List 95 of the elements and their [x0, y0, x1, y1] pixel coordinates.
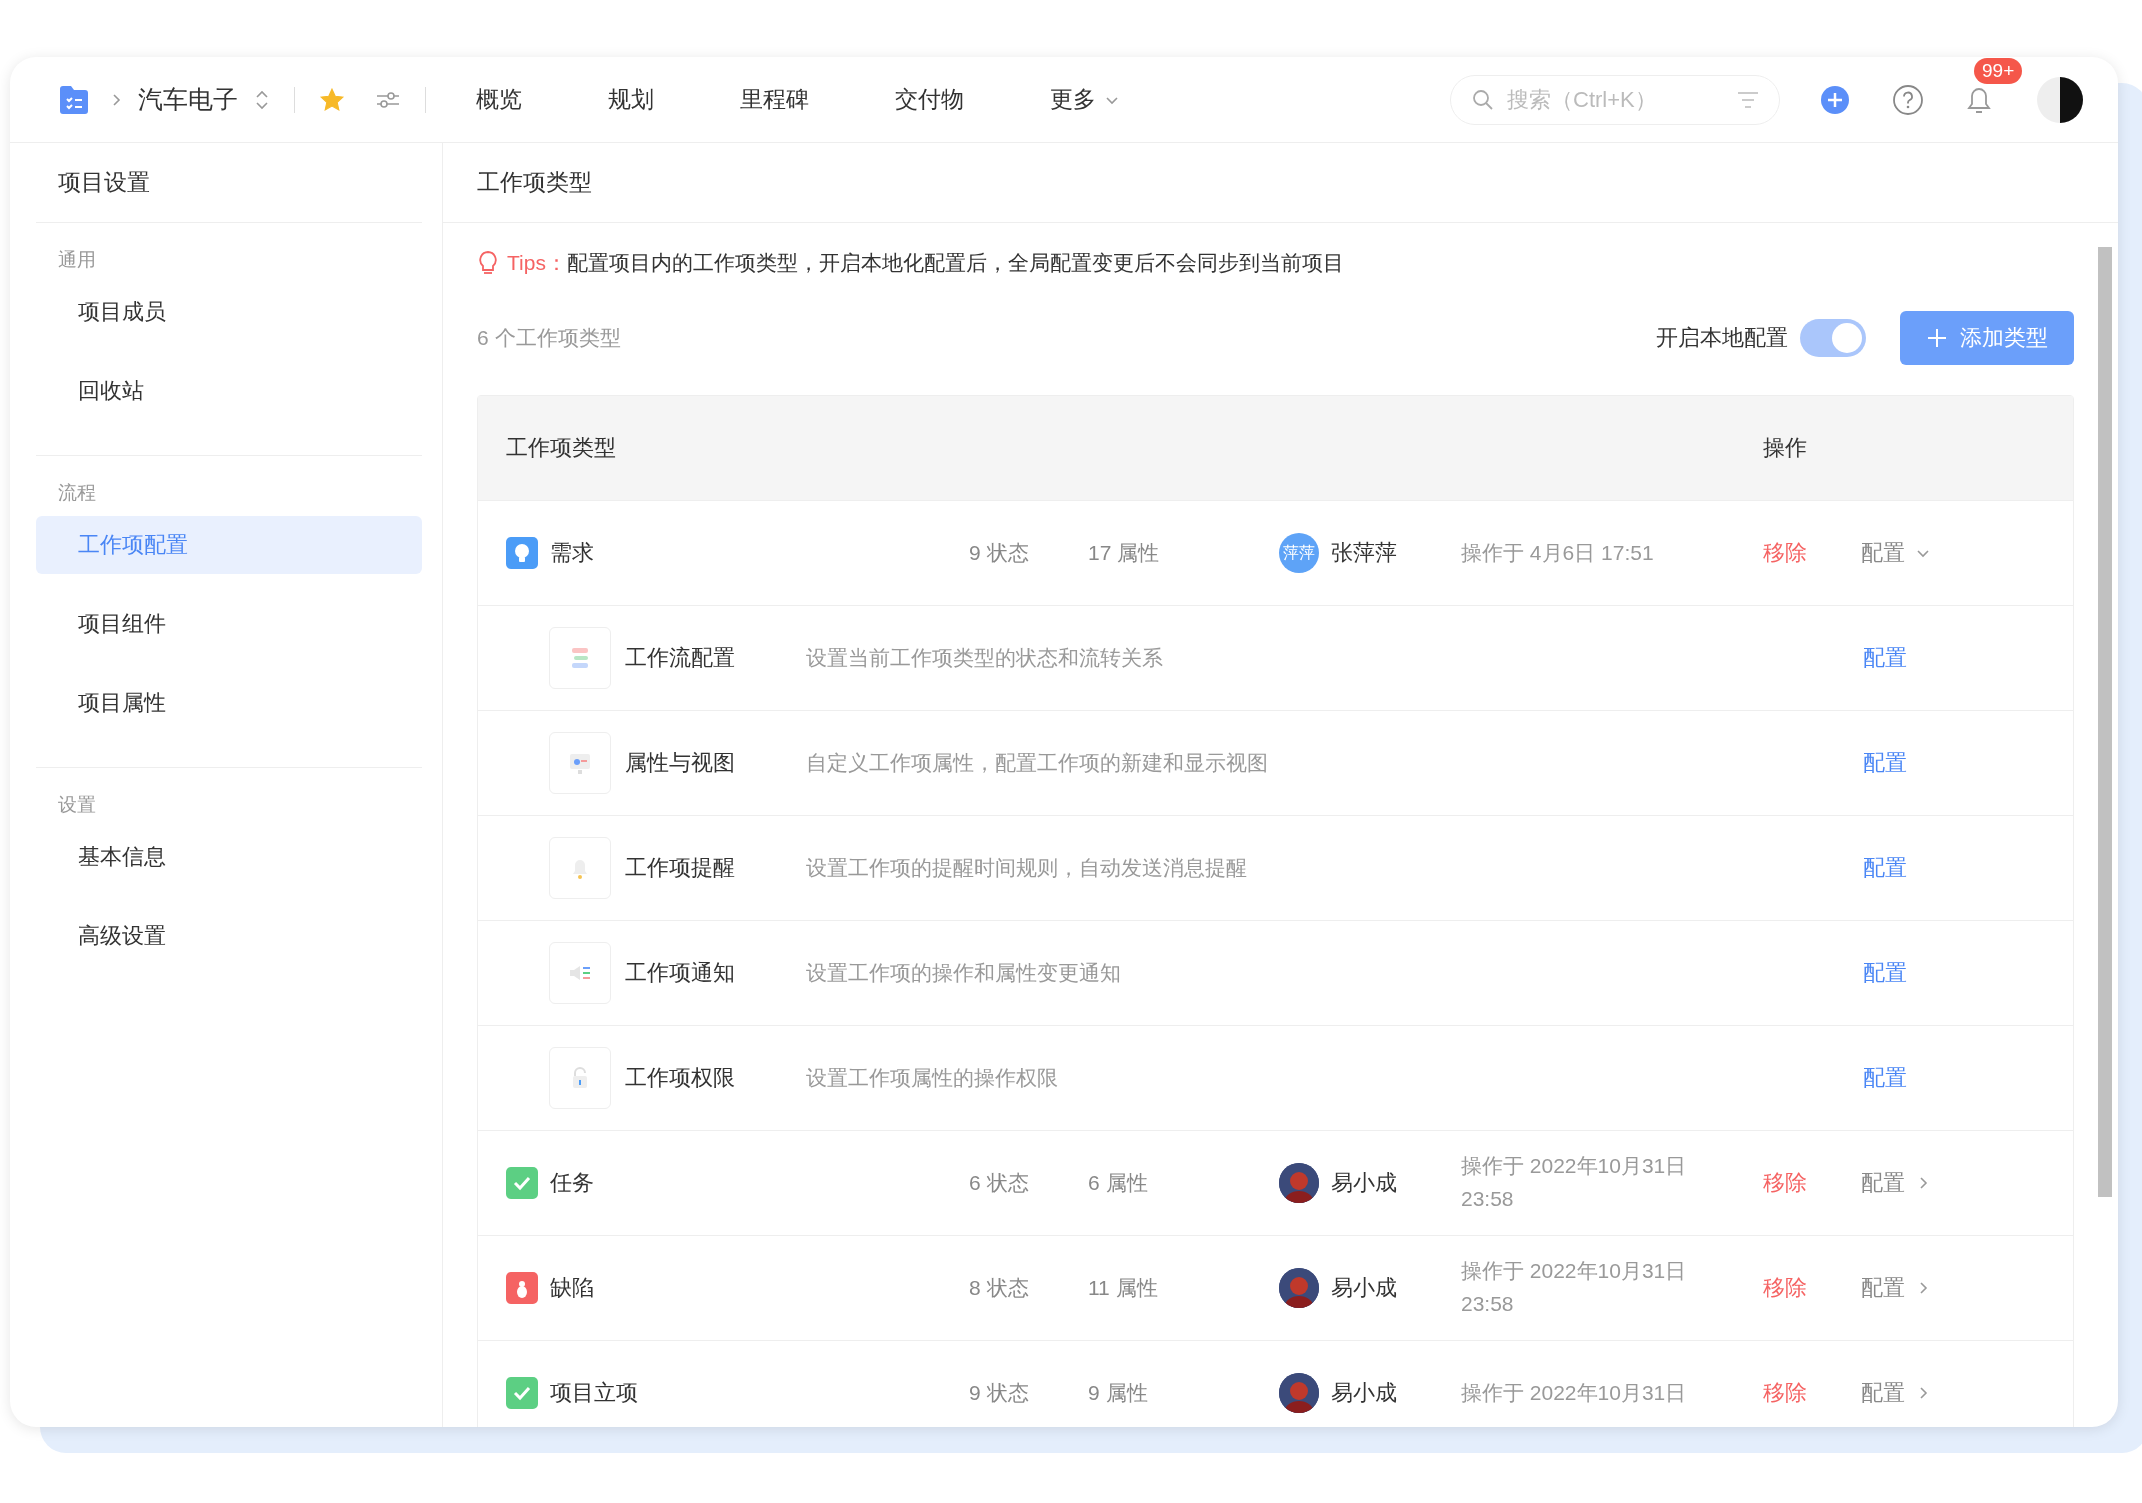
- bug-icon: [506, 1272, 538, 1304]
- config-link[interactable]: 配置: [1861, 1168, 2073, 1198]
- lock-icon: [549, 1047, 611, 1109]
- config-link[interactable]: 配置: [1863, 853, 2073, 883]
- nav-tab[interactable]: 规划: [608, 84, 654, 115]
- star-icon[interactable]: [319, 86, 345, 113]
- user-avatar: [1279, 1163, 1319, 1203]
- page-title: 工作项类型: [443, 143, 2118, 223]
- more-menu[interactable]: 更多: [1050, 84, 1120, 115]
- bulb-icon: [477, 250, 499, 276]
- setting-name: 属性与视图: [625, 749, 736, 777]
- sidebar-item[interactable]: 项目组件: [36, 595, 422, 653]
- config-link[interactable]: 配置: [1861, 538, 2073, 568]
- operation-time: 操作于 2022年10月31日 23:58: [1461, 1258, 1688, 1317]
- state-count: 9 状态: [969, 540, 1030, 566]
- nav-tab[interactable]: 概览: [476, 84, 522, 115]
- column-header: 工作项类型: [506, 434, 617, 462]
- setting-description: 设置工作项属性的操作权限: [806, 1065, 1059, 1091]
- toggle-label: 开启本地配置: [1656, 324, 1788, 352]
- setting-name: 工作项提醒: [625, 854, 736, 882]
- user-name: 易小成: [1331, 1274, 1397, 1302]
- bulb-icon: [506, 537, 538, 569]
- setting-description: 设置工作项的操作和属性变更通知: [806, 960, 1122, 986]
- switch-icon[interactable]: [254, 88, 270, 111]
- project-name[interactable]: 汽车电子: [138, 83, 238, 116]
- type-name: 任务: [550, 1169, 594, 1197]
- user-avatar: [1279, 1268, 1319, 1308]
- nav-tab[interactable]: 交付物: [895, 84, 964, 115]
- group-label: 流程: [57, 481, 97, 505]
- search-icon: [1471, 87, 1495, 112]
- speaker-icon: [549, 942, 611, 1004]
- group-label: 通用: [57, 248, 97, 272]
- type-name: 缺陷: [550, 1274, 594, 1302]
- config-link[interactable]: 配置: [1861, 1273, 2073, 1303]
- attribute-count: 17 属性: [1088, 540, 1161, 566]
- sliders-icon[interactable]: [375, 89, 401, 110]
- sidebar-item[interactable]: 基本信息: [36, 828, 422, 886]
- type-name: 项目立项: [550, 1379, 638, 1407]
- attribute-count: 6 属性: [1088, 1170, 1149, 1196]
- sidebar-item[interactable]: 工作项配置: [36, 516, 422, 574]
- user-avatar[interactable]: [2036, 75, 2084, 124]
- setting-name: 工作项通知: [625, 959, 736, 987]
- type-name: 需求: [550, 539, 594, 567]
- state-count: 6 状态: [969, 1170, 1030, 1196]
- search-bar[interactable]: 搜索（Ctrl+K）: [1450, 74, 1780, 125]
- setting-description: 设置工作项的提醒时间规则，自动发送消息提醒: [806, 855, 1248, 881]
- column-header: 操作: [1763, 434, 1808, 462]
- nav-tab[interactable]: 里程碑: [740, 84, 809, 115]
- setting-name: 工作项权限: [625, 1064, 736, 1092]
- notification-badge: 99+: [1974, 57, 2023, 84]
- user-avatar: [1279, 1373, 1319, 1413]
- remove-link[interactable]: 移除: [1763, 1273, 1861, 1303]
- config-link[interactable]: 配置: [1861, 1378, 2073, 1408]
- check-icon: [506, 1167, 538, 1199]
- sidebar-item[interactable]: 高级设置: [36, 907, 422, 965]
- sidebar-item[interactable]: 项目成员: [36, 283, 422, 341]
- config-link[interactable]: 配置: [1863, 958, 2073, 988]
- state-count: 9 状态: [969, 1380, 1030, 1406]
- bell-icon: [549, 837, 611, 899]
- group-label: 设置: [57, 793, 97, 817]
- user-name: 易小成: [1331, 1379, 1397, 1407]
- sidebar-title: 项目设置: [36, 143, 422, 223]
- local-config-toggle[interactable]: [1800, 319, 1866, 357]
- remove-link[interactable]: 移除: [1763, 1378, 1861, 1408]
- folder-icon[interactable]: [58, 84, 90, 115]
- operation-time: 操作于 4月6日 17:51: [1461, 539, 1655, 566]
- help-icon[interactable]: [1892, 83, 1924, 116]
- config-link[interactable]: 配置: [1863, 748, 2073, 778]
- tips-label: Tips：: [507, 250, 567, 276]
- setting-description: 自定义工作项属性，配置工作项的新建和显示视图: [806, 750, 1269, 776]
- setting-name: 工作流配置: [625, 644, 736, 672]
- filter-icon[interactable]: [1737, 90, 1759, 109]
- tips-text: 配置项目内的工作项类型，开启本地化配置后，全局配置变更后不会同步到当前项目: [566, 250, 1344, 276]
- attribute-count: 9 属性: [1088, 1380, 1149, 1406]
- sidebar-item[interactable]: 回收站: [36, 362, 422, 420]
- state-count: 8 状态: [969, 1275, 1030, 1301]
- operation-time: 操作于 2022年10月31日: [1461, 1379, 1688, 1406]
- check-icon: [506, 1377, 538, 1409]
- add-icon[interactable]: [1820, 84, 1850, 115]
- add-type-button[interactable]: 添加类型: [1900, 311, 2074, 365]
- type-count: 6 个工作项类型: [477, 325, 621, 351]
- attribute-count: 11 属性: [1088, 1275, 1159, 1301]
- config-link[interactable]: 配置: [1863, 1063, 2073, 1093]
- workflow-icon: [549, 627, 611, 689]
- remove-link[interactable]: 移除: [1763, 1168, 1861, 1198]
- user-name: 张萍萍: [1331, 539, 1397, 567]
- user-name: 易小成: [1331, 1169, 1397, 1197]
- config-link[interactable]: 配置: [1863, 643, 2073, 673]
- remove-link[interactable]: 移除: [1763, 538, 1861, 568]
- operation-time: 操作于 2022年10月31日 23:58: [1461, 1153, 1688, 1212]
- board-icon: [549, 732, 611, 794]
- setting-description: 设置当前工作项类型的状态和流转关系: [806, 645, 1164, 671]
- plus-icon: [1926, 327, 1948, 349]
- sidebar-item[interactable]: 项目属性: [36, 674, 422, 732]
- user-avatar: 萍萍: [1279, 533, 1319, 573]
